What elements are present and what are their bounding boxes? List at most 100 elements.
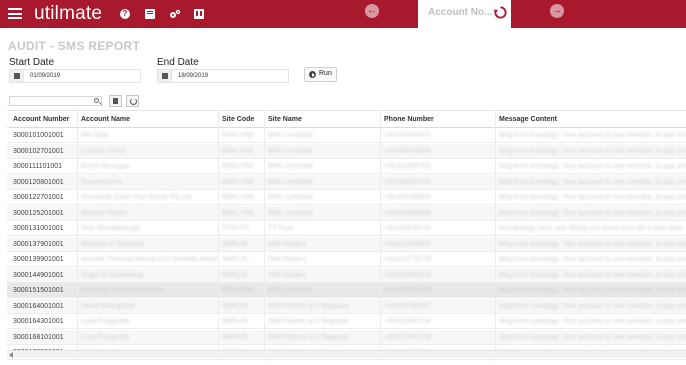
table-row[interactable]: 3000151501001 Purnomo Yanie Kusmanda BRKLY… (7, 283, 686, 298)
back-icon[interactable]: ← (365, 4, 379, 18)
table-row[interactable]: 3000137901001 Nicholas K Newland SMPLIN SMI… (7, 236, 686, 252)
table-row[interactable]: 3000102701001 Carolyn Tinker BRKLYN5 BRK Lo… (7, 143, 686, 159)
table-row[interactable]: 3000168101001 Luke Fitzgerald SMPLIN SMI Pi… (7, 329, 686, 345)
cell-account-name: Luke Fitzgerald (81, 318, 129, 325)
column-header-site-name[interactable]: Site Name (268, 116, 302, 123)
export-button[interactable] (109, 95, 122, 107)
cell-account-name: Nicholas K Newland (81, 240, 144, 248)
cell-site-name: BRK Lonsdale (268, 178, 313, 186)
table-row[interactable]: 3000164301001 Luke Fitzgerald SMPLIN SMI Pi… (7, 314, 686, 329)
cell-phone: +61415056471 (384, 132, 431, 139)
column-header-account-name[interactable]: Account Name (81, 116, 130, 123)
cell-account-name: Khishl Murugan (81, 163, 130, 170)
table-row[interactable]: 3000164001001 David Bramgrove SMPLIN SMI Pi… (7, 298, 686, 314)
table-row[interactable]: 3000120801001 Raymond Ho BRKLYN5 BRK Lonsda… (7, 174, 686, 190)
end-date-label: End Date (157, 57, 199, 68)
cell-phone: +61404365755 (384, 163, 431, 170)
cell-message: Hi Icarology here, just letting you know… (499, 225, 686, 232)
cell-account-name: Annette Theresa Ritchie C/O Michelle Mat… (81, 256, 217, 263)
cell-account-number: 3000139901001 (13, 256, 64, 263)
cell-site-name: BRK Lonsdale (268, 194, 313, 201)
column-separator (218, 110, 219, 361)
table-row[interactable]: 3000101001001 Mel Main BRKLYN5 BRK Lonsdale… (7, 128, 686, 143)
reload-button[interactable] (126, 95, 139, 107)
gear-icon[interactable] (169, 9, 181, 19)
cell-site-name: BRK Lonsdale (268, 209, 313, 217)
horizontal-scrollbar[interactable] (7, 350, 686, 358)
column-header-message-content[interactable]: Message Content (499, 116, 557, 123)
cell-site-name: BRK Lonsdale (268, 132, 313, 139)
menu-icon[interactable] (8, 8, 22, 19)
cell-site-code: SMPLIN (222, 240, 249, 248)
cell-phone: +61415775279 (384, 256, 431, 263)
cell-site-code: BRKLYN5 (222, 147, 254, 155)
calendar-icon[interactable] (10, 70, 24, 82)
page-title: AUDIT - SMS REPORT (8, 39, 141, 53)
cell-site-code: BRKLYN5 (222, 287, 254, 294)
cell-account-number: 3000168101001 (13, 333, 64, 341)
cell-account-name: Purnomo Yanie Kusmanda (81, 287, 165, 294)
cell-message: Msg from Icarology: Your account is now … (499, 271, 686, 279)
cell-site-name: BRK Lonsdale (268, 163, 313, 170)
column-header-site-code[interactable]: Site Code (222, 116, 254, 123)
cell-phone: +61405765197 (384, 302, 431, 310)
column-separator (77, 110, 78, 361)
cell-site-name: SMI Pinders (268, 240, 307, 248)
start-date-field[interactable]: 01/09/2019 (9, 69, 141, 83)
start-date-label: Start Date (9, 57, 55, 68)
table-row[interactable]: 3000125201001 Michael Peters BRKLYN5 BRK Lo… (7, 205, 686, 221)
account-tab[interactable]: Account No... (418, 0, 511, 28)
refresh-icon[interactable] (493, 5, 508, 20)
board-icon[interactable] (194, 9, 204, 19)
cell-site-name: BRK Lonsdale (268, 147, 313, 155)
cell-account-number: 3000137901001 (13, 240, 64, 248)
forward-icon[interactable]: → (550, 4, 564, 18)
cell-account-number: 3000122701001 (13, 194, 64, 201)
scroll-left-icon[interactable] (9, 352, 13, 358)
column-separator (495, 110, 496, 361)
cell-message: Msg from Icarology: Your account is now … (499, 209, 686, 217)
run-button[interactable]: Run (304, 67, 337, 82)
top-bar: utilmate ? ← Account No... → (0, 0, 686, 28)
cell-message: Msg from Icarology: Your account is now … (499, 240, 686, 248)
cell-site-code: SMPLIN (222, 302, 249, 310)
table-row[interactable]: 3000122701001 Annabelle Chan Yuyi Group P… (7, 190, 686, 205)
table-row[interactable]: 3000111101001 Khishl Murugan BRKLYN5 BRK Lo… (7, 159, 686, 174)
app-logo: utilmate (34, 3, 103, 24)
help-icon[interactable]: ? (120, 9, 130, 19)
calendar-icon[interactable] (158, 70, 172, 82)
cell-site-code: SMPLIN (222, 256, 249, 263)
table-row[interactable]: 3000144901001 Roger O'Shannessy SMPLIN SMI … (7, 267, 686, 283)
cell-phone: +61402485995 (384, 209, 431, 217)
cell-site-code: BRKLYN5 (222, 163, 254, 170)
end-date-field[interactable]: 18/09/2019 (157, 69, 289, 83)
cell-account-number: 3000111101001 (13, 163, 63, 170)
cell-site-code: SMPLIN (222, 271, 249, 279)
cell-account-number: 3000151501001 (13, 287, 64, 294)
cell-message: Msg from Icarology: Your account is now … (499, 256, 686, 263)
cell-site-code: BRKLYN5 (222, 178, 254, 186)
cell-phone: +61407997134 (384, 318, 431, 325)
cell-site-name: SMI Pinders & O Bagasse (268, 318, 350, 325)
cell-site-name: BRK Lonsdale (268, 287, 313, 294)
column-separator (264, 110, 265, 361)
book-icon[interactable] (145, 9, 155, 19)
cell-site-name: SMI Pinders & O Bagasse (268, 302, 350, 310)
cell-account-name: Mel Main (81, 132, 110, 139)
cell-site-name: TT Hunt (268, 225, 294, 232)
cell-phone: +61415289652 (384, 240, 431, 248)
cell-message: Msg from Icarology: Your account is now … (499, 287, 686, 294)
cell-phone: +61400833755 (384, 178, 431, 186)
table-header: Account Number Account Name Site Code Si… (7, 110, 686, 128)
cell-account-number: 3000102701001 (13, 147, 64, 155)
column-header-account-number[interactable]: Account Number (13, 116, 69, 123)
table-row[interactable]: 3000131001001 Nick Wondabourgh TTNUTT TT Hu… (7, 221, 686, 236)
cell-account-number: 3000120801001 (13, 178, 64, 186)
cell-phone: +61416535749 (384, 225, 431, 232)
column-header-phone-number[interactable]: Phone Number (384, 116, 434, 123)
cell-site-code: BRKLYN5 (222, 132, 254, 139)
table-row[interactable]: 3000139901001 Annette Theresa Ritchie C/O… (7, 252, 686, 267)
cell-account-name: Michael Peters (81, 209, 128, 217)
search-input[interactable] (9, 96, 102, 106)
cell-account-name: David Bramgrove (81, 302, 136, 310)
